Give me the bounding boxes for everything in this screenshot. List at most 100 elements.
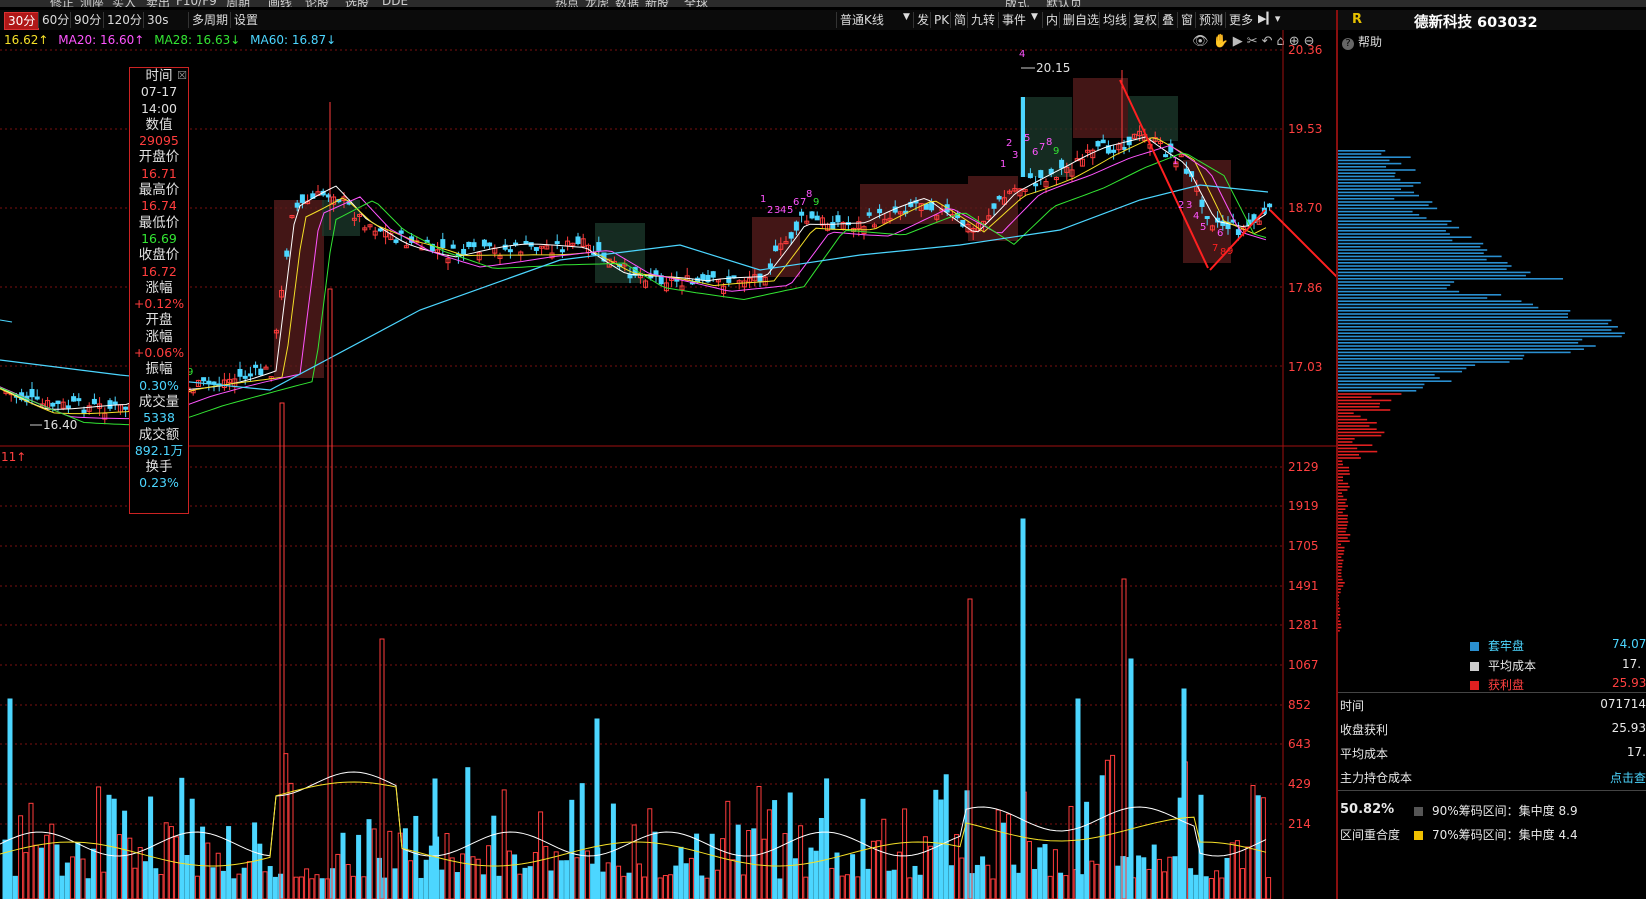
top-menu-item[interactable]: 热点 (555, 0, 579, 7)
period-tab-5[interactable]: 多周期 (188, 12, 231, 28)
top-menu-item[interactable]: 修正 (50, 0, 74, 7)
top-menu-item[interactable]: 卖出 (146, 0, 170, 7)
crosshair-tooltip: ☒ 时间 07-17 14:00 数值 29095 开盘价 16.71 最高价 … (129, 67, 189, 514)
kline-chart[interactable]: 12 3 4 56 789412356 7 8912 34567 8 99 (0, 30, 1336, 899)
chart-tool-0[interactable]: 普通K线 (836, 12, 887, 28)
top-menu: 修正 测座 买入 卖出 F10/F9 周期 画线 论股 选股 DDE 热点 龙虎 数据 新股 全球 版式 默认页 (0, 0, 1646, 7)
volume-bar (928, 845, 934, 899)
event-dropdown-icon[interactable]: ▼ (1031, 12, 1038, 22)
volume-bar (111, 798, 117, 899)
volume-bar (1110, 754, 1116, 899)
chart-tool-8[interactable]: 均线 (1099, 12, 1130, 28)
nine-turn-counter: 2 (1178, 200, 1184, 211)
chip-bar (1338, 348, 1584, 350)
chart-tool-10[interactable]: 叠 (1158, 12, 1177, 28)
chip-bar (1338, 511, 1343, 514)
main-cost-link[interactable]: 点击查 (1610, 769, 1646, 786)
volume-bar (106, 794, 112, 899)
ma-line (0, 152, 1267, 427)
chart-tool-9[interactable]: 复权 (1129, 12, 1160, 28)
top-menu-item[interactable]: 论股 (305, 0, 329, 7)
chart-tool-13[interactable]: 更多 (1225, 12, 1256, 28)
chip-bar (1338, 233, 1450, 235)
tip-open-change-label: 开盘 (145, 312, 173, 329)
chip-bar (1338, 604, 1339, 606)
volume-bar (959, 857, 965, 899)
volume-bar (834, 852, 840, 899)
tip-amp: 0.30% (139, 377, 179, 393)
volume-bar (64, 862, 70, 899)
volume-bar (974, 864, 980, 899)
volume-bar (96, 786, 102, 899)
chip-bar (1338, 230, 1446, 232)
chip-bar (1338, 150, 1386, 152)
volume-bar (584, 850, 590, 899)
chip-bar (1338, 409, 1391, 411)
volume-bar (142, 861, 148, 899)
period-tab-6[interactable]: 设置 (230, 12, 261, 28)
top-menu-item[interactable]: 版式 (1005, 0, 1029, 7)
period-tab-1[interactable]: 60分 (38, 12, 72, 28)
chip-bar (1338, 454, 1359, 456)
volume-bar (922, 836, 928, 899)
chip-bar (1338, 463, 1343, 466)
close-icon[interactable]: ☒ (177, 68, 187, 84)
top-menu-item[interactable]: 周期 (226, 0, 250, 7)
volume-bar (980, 856, 986, 899)
top-menu-item[interactable]: 数据 (615, 0, 639, 7)
fullscreen-icon[interactable]: ▶▎▾ (1258, 12, 1280, 25)
candle-body (1235, 229, 1241, 236)
volume-bar (553, 851, 559, 899)
candle-body (65, 405, 71, 409)
top-menu-item[interactable]: 买入 (112, 0, 136, 7)
chip-bar (1338, 351, 1571, 354)
volume-bar (902, 808, 908, 899)
period-tab-2[interactable]: 90分 (70, 12, 104, 28)
period-tab-0[interactable]: 30分 (4, 12, 40, 30)
candle-body (294, 202, 300, 208)
volume-bar (1151, 844, 1157, 899)
top-menu-item[interactable]: DDE (382, 0, 408, 7)
volume-bar (486, 845, 492, 899)
chart-tool-4[interactable]: 九转 (967, 12, 998, 28)
top-menu-item[interactable]: 龙虎 (585, 0, 609, 7)
volume-bar (501, 789, 507, 899)
volume-bar (376, 857, 382, 899)
chart-tool-11[interactable]: 窗 (1177, 12, 1196, 28)
chip-bar (1338, 582, 1345, 584)
trend-arrow (1269, 209, 1336, 278)
chart-tool-5[interactable]: 事件 (998, 12, 1029, 28)
chip-bar (1338, 591, 1341, 594)
candle-body (596, 242, 602, 251)
chip-distribution-panel: R 德新科技 603032 ? 帮助 套牢盘 74.07 平均成本 17. 获利盘 25… (1336, 10, 1646, 899)
period-tab-3[interactable]: 120分 (103, 12, 145, 28)
chart-tool-12[interactable]: 预测 (1195, 12, 1226, 28)
chart-tool-2[interactable]: PK (930, 12, 952, 28)
chip-bar (1338, 287, 1447, 290)
volume-bar (90, 848, 96, 899)
chart-tool-7[interactable]: 删自选 (1059, 12, 1102, 28)
kline-type-dropdown-icon[interactable]: ▼ (903, 12, 910, 22)
nine-turn-counter: 6 (1217, 228, 1223, 239)
period-tab-4[interactable]: 30s (143, 12, 172, 28)
chip-bar (1338, 153, 1382, 155)
c70-swatch (1414, 831, 1423, 840)
tip-value-label: 数值 (145, 116, 173, 133)
top-menu-item[interactable]: 画线 (268, 0, 292, 7)
top-menu-item[interactable]: 选股 (345, 0, 369, 7)
top-menu-item[interactable]: 新股 (645, 0, 669, 7)
volume-bar (1198, 794, 1204, 899)
chip-bar (1338, 543, 1341, 546)
volume-bar (44, 834, 50, 899)
top-menu-item[interactable]: 默认页 (1046, 0, 1082, 7)
chip-bar (1338, 578, 1343, 581)
volume-bar (1229, 842, 1235, 899)
top-menu-item[interactable]: F10/F9 (176, 0, 217, 7)
volume-bar (642, 876, 648, 899)
volume-axis-label: 214 (1288, 817, 1311, 831)
volume-bar (1115, 865, 1121, 899)
candle-body (1100, 139, 1106, 144)
top-menu-item[interactable]: 测座 (80, 0, 104, 7)
top-menu-item[interactable]: 全球 (684, 0, 708, 7)
chip-bar (1338, 274, 1526, 277)
